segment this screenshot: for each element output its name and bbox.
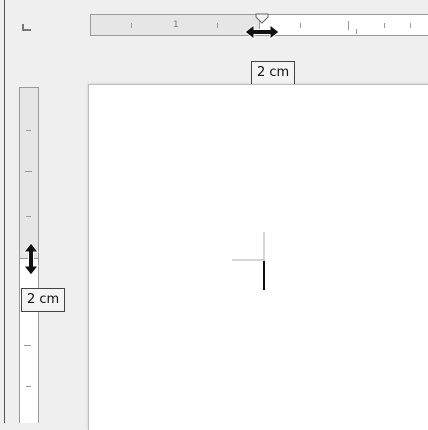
vertical-ruler-top-margin[interactable] — [19, 87, 39, 259]
ruler-tick — [26, 216, 31, 217]
vertical-margin-tooltip: 2 cm — [21, 288, 66, 312]
ruler-tick — [217, 23, 218, 28]
horizontal-resize-arrow-icon — [244, 23, 280, 41]
ruler-tick — [131, 23, 132, 28]
ruler-tick — [24, 345, 31, 346]
ruler-tick — [356, 29, 357, 34]
text-cursor — [263, 261, 265, 290]
ruler-tick — [410, 23, 411, 28]
text-boundary-corner-mark — [232, 232, 265, 262]
horizontal-ruler[interactable]: 1 — [0, 14, 428, 38]
ruler-tick — [26, 386, 31, 387]
ruler-tick — [384, 23, 385, 28]
ruler-tick — [300, 23, 301, 28]
ruler-tick — [25, 171, 32, 172]
horizontal-ruler-text-area[interactable] — [260, 14, 428, 36]
horizontal-margin-tooltip: 2 cm — [251, 61, 296, 85]
ruler-tick — [26, 130, 31, 131]
horizontal-ruler-left-margin[interactable]: 1 — [90, 14, 260, 36]
ruler-number: 1 — [173, 20, 179, 30]
vertical-ruler-text-area[interactable] — [19, 259, 39, 423]
ruler-tick — [348, 21, 349, 30]
vertical-resize-arrow-icon — [22, 242, 40, 276]
vertical-ruler[interactable] — [0, 0, 40, 423]
